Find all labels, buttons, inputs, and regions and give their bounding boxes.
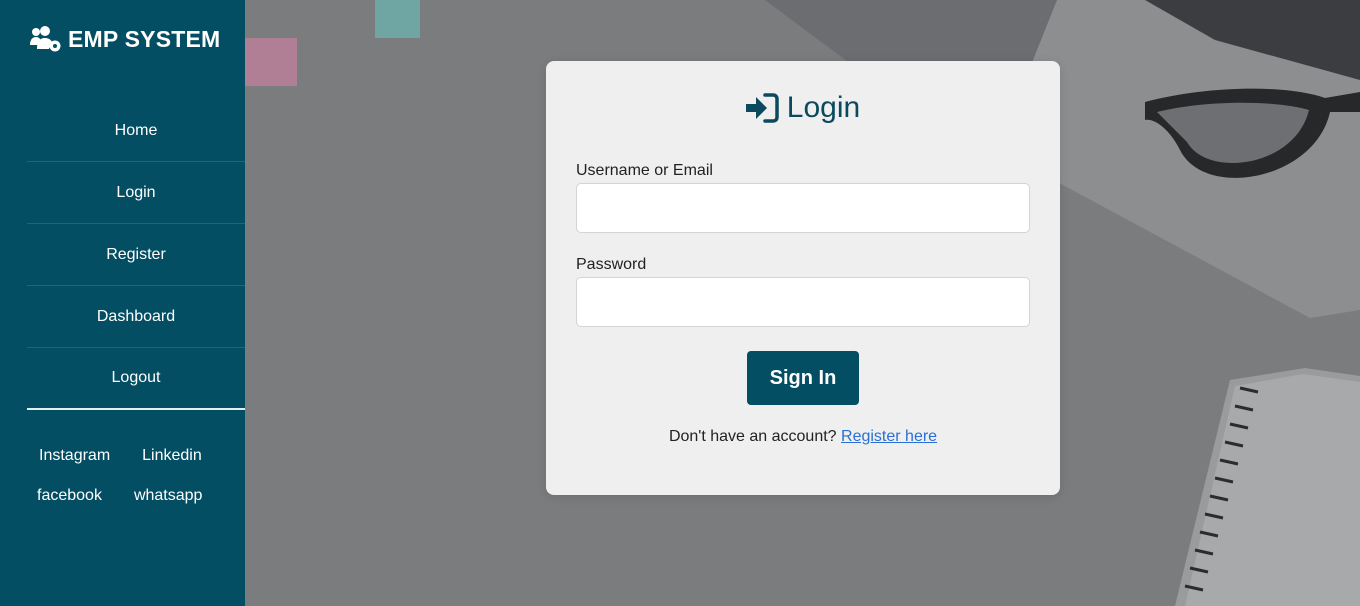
- login-title: Login: [546, 91, 1060, 125]
- facebook-link[interactable]: facebook: [37, 487, 102, 505]
- sign-in-button[interactable]: Sign In: [747, 351, 859, 405]
- sign-in-icon: [745, 93, 779, 123]
- login-title-text: Login: [786, 91, 861, 124]
- social-links: Instagram Linkedin facebook whatsapp: [27, 436, 227, 516]
- brand-name: EMP SYSTEM: [68, 25, 221, 52]
- sidebar-item-logout[interactable]: Logout: [27, 348, 245, 410]
- sidebar-nav: Home Login Register Dashboard Logout: [27, 100, 245, 410]
- register-prompt: Don't have an account? Register here: [546, 428, 1060, 446]
- register-link[interactable]: Register here: [841, 428, 937, 445]
- sidebar-item-login[interactable]: Login: [27, 162, 245, 224]
- username-label: Username or Email: [576, 162, 713, 179]
- sidebar-item-label: Dashboard: [96, 307, 176, 325]
- username-input[interactable]: [576, 183, 1030, 233]
- password-input[interactable]: [576, 277, 1030, 327]
- login-card: Login Username or Email Password Sign In…: [546, 61, 1060, 495]
- sidebar-item-label: Home: [114, 121, 158, 139]
- sidebar: EMP SYSTEM Home Login Register Dashboard…: [0, 0, 245, 606]
- register-prompt-text: Don't have an account?: [668, 428, 837, 445]
- sidebar-item-label: Login: [116, 183, 156, 201]
- brand[interactable]: EMP SYSTEM: [29, 24, 220, 54]
- linkedin-link[interactable]: Linkedin: [142, 447, 202, 465]
- users-cog-icon: [30, 26, 61, 52]
- sidebar-item-register[interactable]: Register: [27, 224, 245, 286]
- sidebar-item-label: Logout: [111, 369, 161, 386]
- instagram-link[interactable]: Instagram: [39, 447, 110, 465]
- password-label: Password: [576, 256, 647, 273]
- sidebar-item-label: Register: [106, 245, 166, 263]
- sidebar-item-dashboard[interactable]: Dashboard: [27, 286, 245, 348]
- whatsapp-link[interactable]: whatsapp: [134, 487, 203, 505]
- sidebar-item-home[interactable]: Home: [27, 100, 245, 162]
